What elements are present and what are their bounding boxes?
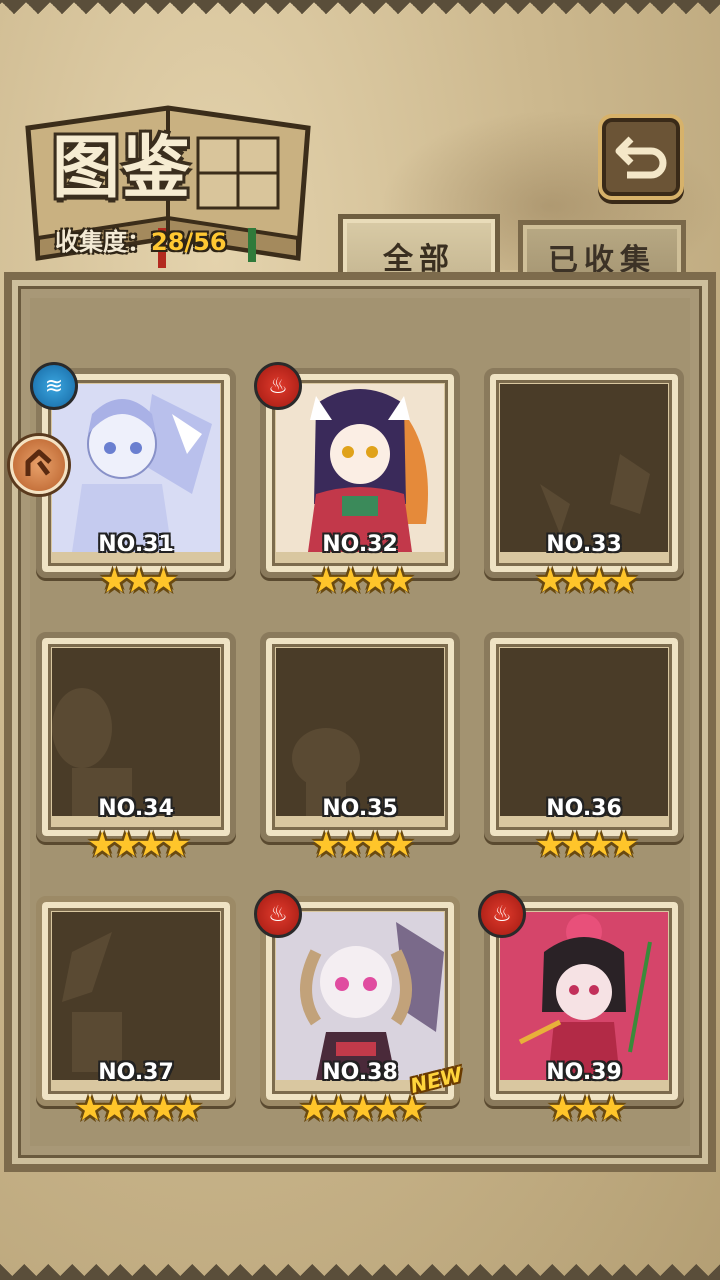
locked-silhouette (500, 384, 668, 552)
card-number: NO.36 (546, 796, 622, 821)
rarity-stars: ★★★ (99, 561, 178, 601)
character-portrait (52, 384, 220, 552)
rarity-stars: ★★★★★ (298, 1089, 427, 1129)
page-title: 图鉴 (52, 128, 193, 208)
rarity-stars: ★★★★ (535, 825, 639, 865)
card-number: NO.33 (546, 532, 622, 557)
card-no31[interactable]: ≋ NO.31 ★★★ (30, 362, 236, 601)
card-no38[interactable]: ♨ NO.38 NEW ★★★★★ (254, 890, 465, 1129)
torn-edge-top (0, 0, 720, 32)
card-no36[interactable]: NO.36 ★★★★ (484, 632, 684, 862)
rarity-stars: ★★★★ (311, 561, 415, 601)
collection-value: 28/56 (151, 228, 227, 256)
rarity-stars: ★★★★★ (74, 1089, 203, 1129)
favorite-marker-icon[interactable] (10, 436, 68, 494)
locked-silhouette (276, 648, 444, 816)
rarity-stars: ★★★★ (311, 825, 415, 865)
card-number: NO.35 (322, 796, 398, 821)
card-number: NO.32 (322, 532, 398, 557)
card-no34[interactable]: NO.34 ★★★★ (36, 632, 236, 862)
rarity-stars: ★★★★ (535, 561, 639, 601)
fire-attribute-icon: ♨ (254, 362, 302, 410)
character-portrait (276, 912, 444, 1080)
fire-attribute-icon: ♨ (478, 890, 526, 938)
fire-attribute-icon: ♨ (254, 890, 302, 938)
card-no35[interactable]: NO.35 ★★★★ (260, 632, 460, 862)
card-no32[interactable]: ♨ NO.32 ★★★★ (254, 362, 460, 601)
rarity-stars: ★★★ (547, 1089, 626, 1129)
card-no39[interactable]: ♨ NO.39 ★★★ (478, 890, 684, 1129)
card-number: NO.37 (98, 1060, 174, 1085)
rarity-stars: ★★★★ (87, 825, 191, 865)
card-no37[interactable]: NO.37 ★★★★★ (36, 896, 236, 1126)
character-portrait (276, 384, 444, 552)
torn-edge-bottom (0, 1240, 720, 1280)
collection-label: 收集度： (55, 228, 151, 256)
water-attribute-icon: ≋ (30, 362, 78, 410)
character-portrait (500, 912, 668, 1080)
bookmark-arrow-icon (25, 449, 52, 476)
locked-silhouette (500, 648, 668, 816)
return-arrow-icon (615, 136, 667, 179)
card-number: NO.34 (98, 796, 174, 821)
locked-silhouette (52, 648, 220, 816)
collection-progress: 收集度：28/56 (55, 222, 227, 257)
locked-silhouette (52, 912, 220, 1080)
back-button[interactable] (598, 114, 684, 200)
card-no33[interactable]: NO.33 ★★★★ (484, 368, 684, 598)
card-number: NO.31 (98, 532, 174, 557)
card-number: NO.39 (546, 1060, 622, 1085)
